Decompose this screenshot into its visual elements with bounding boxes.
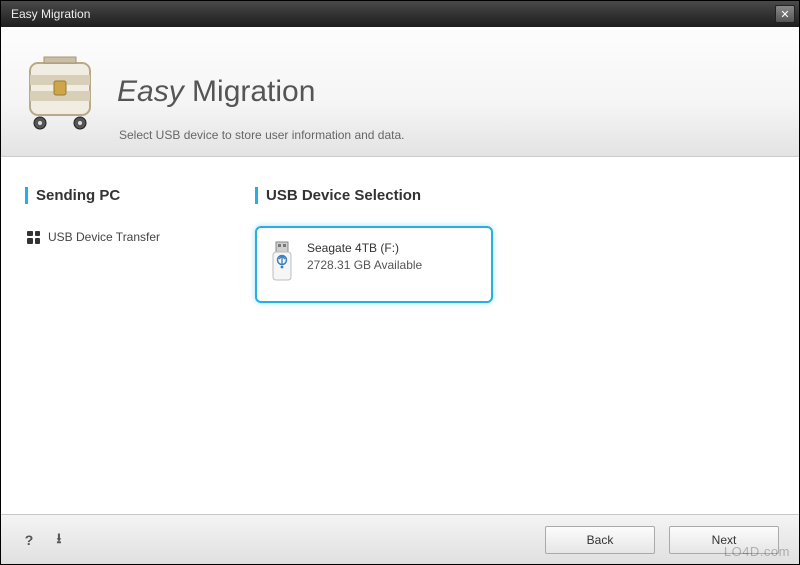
download-icon: ⭳ bbox=[57, 528, 62, 552]
content: Sending PC USB Device Transfer USB Devic… bbox=[1, 157, 799, 514]
next-button[interactable]: Next bbox=[669, 526, 779, 554]
main-panel: USB Device Selection Seagate 4TB (F:) bbox=[255, 187, 775, 504]
device-card[interactable]: Seagate 4TB (F:) 2728.31 GB Available bbox=[255, 226, 493, 303]
sidebar-item-usb-transfer[interactable]: USB Device Transfer bbox=[25, 226, 225, 248]
sidebar-title: Sending PC bbox=[25, 187, 225, 204]
device-text: Seagate 4TB (F:) 2728.31 GB Available bbox=[307, 240, 422, 289]
close-button[interactable]: ✕ bbox=[775, 5, 795, 23]
usb-grid-icon bbox=[27, 231, 40, 244]
device-available: 2728.31 GB Available bbox=[307, 257, 422, 274]
footer: ? ⭳ Back Next bbox=[1, 514, 799, 564]
app-title: Easy Migration bbox=[117, 75, 315, 109]
device-name: Seagate 4TB (F:) bbox=[307, 240, 422, 257]
download-button[interactable]: ⭳ bbox=[51, 532, 67, 548]
header: Easy Migration Select USB device to stor… bbox=[1, 27, 799, 157]
back-button[interactable]: Back bbox=[545, 526, 655, 554]
main-title: USB Device Selection bbox=[255, 187, 775, 204]
header-subtitle: Select USB device to store user informat… bbox=[119, 128, 405, 142]
app-title-bold: Migration bbox=[192, 75, 315, 108]
app-title-light: Easy bbox=[117, 75, 184, 108]
help-button[interactable]: ? bbox=[21, 532, 37, 548]
titlebar: Easy Migration ✕ bbox=[1, 1, 799, 27]
window-title: Easy Migration bbox=[11, 7, 775, 21]
suitcase-icon bbox=[21, 47, 99, 137]
close-icon: ✕ bbox=[780, 8, 789, 21]
sidebar: Sending PC USB Device Transfer bbox=[25, 187, 225, 504]
app-window: Easy Migration ✕ Easy Migration Select U… bbox=[0, 0, 800, 565]
usb-flash-icon bbox=[267, 240, 297, 289]
sidebar-item-label: USB Device Transfer bbox=[48, 230, 160, 244]
help-icon: ? bbox=[25, 532, 34, 548]
